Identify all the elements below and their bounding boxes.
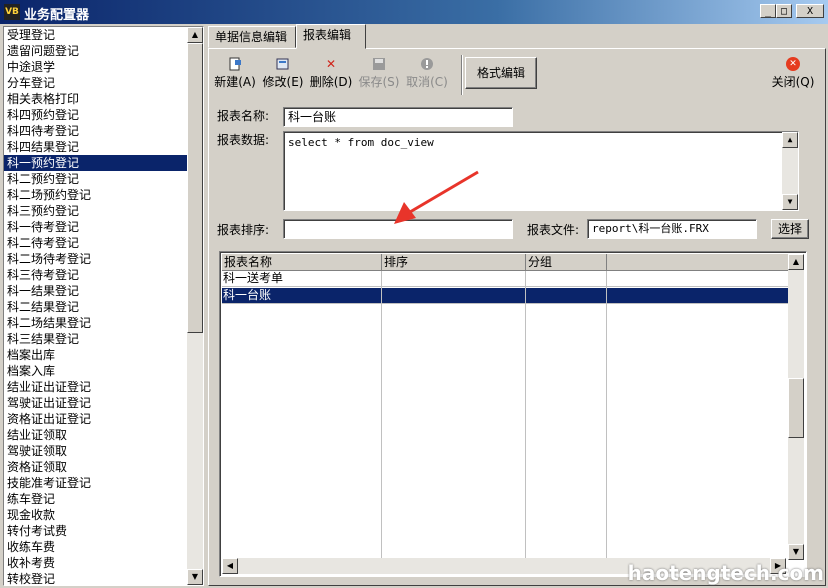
- format-edit-button[interactable]: 格式编辑: [465, 57, 537, 89]
- toolbar-separator: [461, 55, 463, 95]
- report-data-scrollbar[interactable]: ▲ ▼: [782, 132, 798, 210]
- scroll-up-icon[interactable]: ▲: [782, 132, 798, 148]
- report-edit-panel: 新建(A) 修改(E) ✕ 删除(D) 保存(S) 取消(C) 格式编辑 ✕ 关…: [208, 48, 826, 586]
- scroll-up-icon[interactable]: ▲: [788, 254, 804, 270]
- report-data-field[interactable]: select * from doc_view ▲ ▼: [283, 131, 799, 211]
- business-list-item[interactable]: 转校登记: [4, 571, 189, 585]
- business-list-items: 受理登记 遗留问题登记 中途退学 分车登记 相关表格打印 科四预约登记 科四待考登记 科四结果…: [4, 27, 189, 585]
- tab-report-edit[interactable]: 报表编辑: [296, 24, 366, 49]
- business-list-item[interactable]: 科二预约登记: [4, 171, 189, 187]
- table-cell-name: 科一台账: [222, 288, 382, 303]
- sidebar-scrollbar[interactable]: ▲ ▼: [187, 27, 203, 585]
- choose-button[interactable]: 选择: [771, 219, 809, 239]
- table-cell-name: 科一送考单: [222, 271, 382, 286]
- edit-button[interactable]: 修改(E): [261, 57, 305, 97]
- table-cell-sort: [382, 271, 526, 286]
- business-list-item[interactable]: 结业证出证登记: [4, 379, 189, 395]
- business-list-item[interactable]: 科二场结果登记: [4, 315, 189, 331]
- business-list-item[interactable]: 科二结果登记: [4, 299, 189, 315]
- table-cell-group: [526, 288, 607, 303]
- business-list-item[interactable]: 科二场预约登记: [4, 187, 189, 203]
- grid-vscrollbar[interactable]: ▲ ▼: [788, 254, 804, 560]
- column-header-empty: [607, 254, 802, 271]
- cancel-icon: [420, 57, 434, 71]
- business-list-item[interactable]: 科四待考登记: [4, 123, 189, 139]
- column-header-group[interactable]: 分组: [526, 254, 607, 271]
- tab-document-info[interactable]: 单据信息编辑: [208, 26, 296, 48]
- save-button[interactable]: 保存(S): [357, 57, 401, 97]
- new-button[interactable]: 新建(A): [213, 57, 257, 97]
- scroll-thumb[interactable]: [788, 378, 804, 438]
- business-list-item[interactable]: 收练车费: [4, 539, 189, 555]
- business-list-item[interactable]: 科二待考登记: [4, 235, 189, 251]
- edit-icon: [276, 57, 290, 71]
- minimize-button[interactable]: _: [760, 4, 776, 18]
- close-window-button[interactable]: X: [796, 4, 824, 18]
- business-list-item[interactable]: 科四结果登记: [4, 139, 189, 155]
- business-list-item[interactable]: 科三预约登记: [4, 203, 189, 219]
- business-list-item[interactable]: 受理登记: [4, 27, 189, 43]
- business-list-item[interactable]: 科三待考登记: [4, 267, 189, 283]
- scroll-down-icon[interactable]: ▼: [788, 544, 804, 560]
- report-file-field[interactable]: report\科一台账.FRX: [587, 219, 757, 239]
- business-list[interactable]: 受理登记 遗留问题登记 中途退学 分车登记 相关表格打印 科四预约登记 科四待考登记 科四结果…: [3, 26, 204, 586]
- close-button[interactable]: ✕ 关闭(Q): [769, 57, 817, 93]
- business-list-item[interactable]: 驾驶证出证登记: [4, 395, 189, 411]
- business-list-item[interactable]: 遗留问题登记: [4, 43, 189, 59]
- business-list-item[interactable]: 资格证出证登记: [4, 411, 189, 427]
- business-list-item[interactable]: 科一结果登记: [4, 283, 189, 299]
- business-list-item[interactable]: 结业证领取: [4, 427, 189, 443]
- report-data-label: 报表数据:: [217, 133, 270, 147]
- delete-button[interactable]: ✕ 删除(D): [309, 57, 353, 97]
- title-bar: VB 业务配置器 _ □ X: [0, 0, 828, 24]
- window-title: 业务配置器: [24, 8, 90, 23]
- business-list-item[interactable]: 驾驶证领取: [4, 443, 189, 459]
- business-list-item[interactable]: 资格证领取: [4, 459, 189, 475]
- watermark: haotengtech.com: [627, 561, 824, 585]
- save-icon: [372, 57, 386, 71]
- business-list-item[interactable]: 档案入库: [4, 363, 189, 379]
- report-sort-label: 报表排序:: [217, 223, 270, 237]
- business-list-item[interactable]: 中途退学: [4, 59, 189, 75]
- scroll-left-icon[interactable]: ◀: [222, 558, 238, 574]
- business-list-item[interactable]: 分车登记: [4, 75, 189, 91]
- column-divider: [525, 271, 526, 561]
- business-list-item[interactable]: 科一待考登记: [4, 219, 189, 235]
- report-grid[interactable]: 报表名称 排序 分组 科一送考单 科一台账 ▲ ▼ ◀ ▶: [219, 251, 807, 577]
- column-header-report-name[interactable]: 报表名称: [222, 254, 382, 271]
- business-list-item[interactable]: 科一预约登记: [4, 155, 189, 171]
- annotation-arrow-icon: [394, 170, 479, 224]
- report-name-label: 报表名称:: [217, 109, 270, 123]
- business-list-item[interactable]: 转付考试费: [4, 523, 189, 539]
- table-cell-sort: [382, 288, 526, 303]
- scroll-up-icon[interactable]: ▲: [187, 27, 203, 43]
- business-list-item[interactable]: 技能准考证登记: [4, 475, 189, 491]
- scroll-down-icon[interactable]: ▼: [187, 569, 203, 585]
- business-list-item[interactable]: 收补考费: [4, 555, 189, 571]
- business-list-item[interactable]: 相关表格打印: [4, 91, 189, 107]
- report-data-text: select * from doc_view: [288, 136, 434, 149]
- table-row[interactable]: 科一送考单: [222, 271, 802, 287]
- report-file-label: 报表文件:: [527, 223, 580, 237]
- table-cell-group: [526, 271, 607, 286]
- delete-x-icon: ✕: [325, 57, 337, 71]
- business-list-item[interactable]: 现金收款: [4, 507, 189, 523]
- column-divider: [381, 271, 382, 561]
- business-list-item[interactable]: 科四预约登记: [4, 107, 189, 123]
- report-name-field[interactable]: 科一台账: [283, 107, 513, 127]
- scroll-thumb[interactable]: [187, 43, 203, 333]
- cancel-button[interactable]: 取消(C): [405, 57, 449, 97]
- close-icon: ✕: [786, 57, 800, 71]
- business-list-item[interactable]: 练车登记: [4, 491, 189, 507]
- scroll-down-icon[interactable]: ▼: [782, 194, 798, 210]
- business-list-item[interactable]: 科二场待考登记: [4, 251, 189, 267]
- business-list-item[interactable]: 科三结果登记: [4, 331, 189, 347]
- table-row[interactable]: 科一台账: [222, 288, 802, 304]
- column-header-sort[interactable]: 排序: [382, 254, 526, 271]
- new-doc-icon: [228, 57, 242, 71]
- maximize-button[interactable]: □: [776, 4, 792, 18]
- app-icon: VB: [4, 4, 20, 20]
- business-list-item[interactable]: 档案出库: [4, 347, 189, 363]
- column-divider: [606, 271, 607, 561]
